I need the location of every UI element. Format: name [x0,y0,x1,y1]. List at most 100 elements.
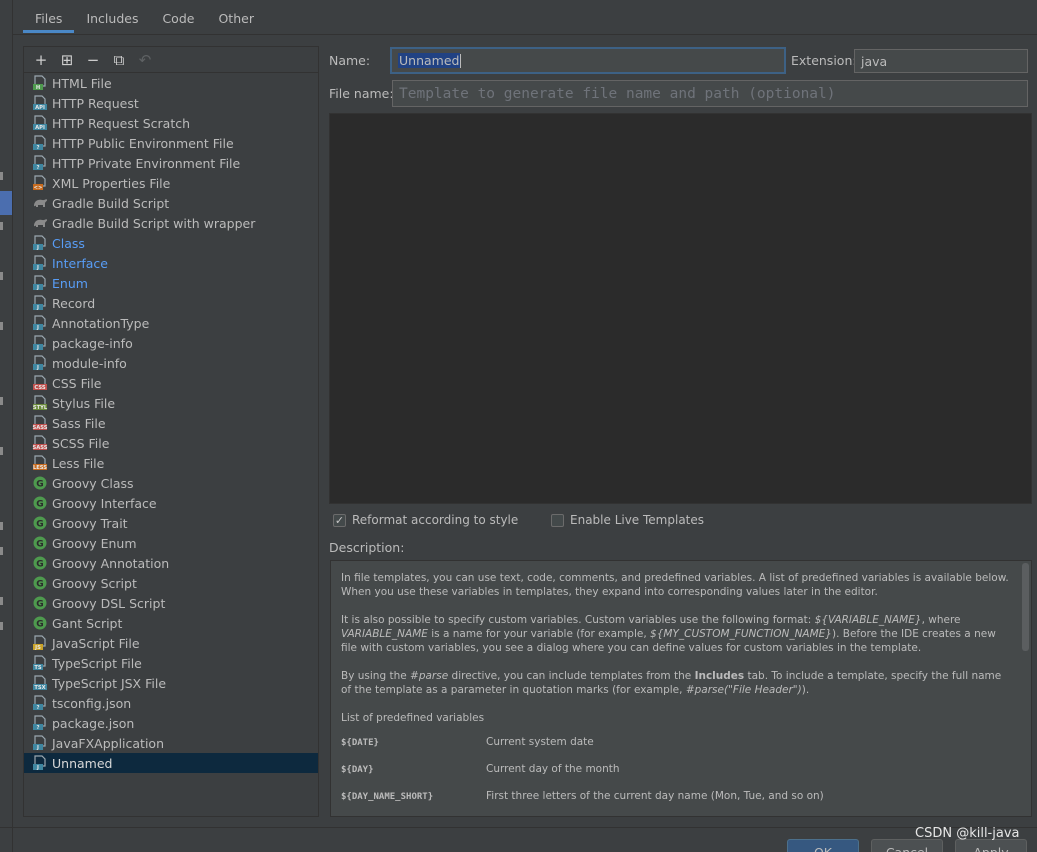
template-list-item-label: HTML File [52,75,112,91]
template-list-item-label: Gant Script [52,615,123,631]
groovy-icon: G [32,615,48,631]
template-list-item[interactable]: J Interface [24,253,318,273]
extension-value: java [861,53,888,69]
template-list-item[interactable]: STYL Stylus File [24,393,318,413]
template-list-item-label: HTTP Request Scratch [52,115,191,131]
template-list-item[interactable]: Gradle Build Script [24,193,318,213]
template-list-item[interactable]: G Groovy Interface [24,493,318,513]
description-label: Description: [329,540,405,555]
copy-template-button[interactable]: ⧉ [108,49,130,71]
live-templates-checkbox[interactable]: Enable Live Templates [551,513,704,527]
template-list-item[interactable]: Jmodule-info [24,353,318,373]
template-list-item[interactable]: LESS Less File [24,453,318,473]
svg-text:TSX: TSX [34,685,45,691]
template-list-item[interactable]: J JavaFXApplication [24,733,318,753]
template-list-item[interactable]: J Unnamed [24,753,318,773]
name-value: Unnamed [398,53,461,68]
template-list-item[interactable]: Jpackage-info [24,333,318,353]
template-list-item[interactable]: CSS CSS File [24,373,318,393]
variable-description: First three letters of the current day n… [486,790,824,802]
template-list-item[interactable]: TSX TypeScript JSX File [24,673,318,693]
add-template-button[interactable]: + [30,49,52,71]
js-file-icon: JS [32,635,48,651]
template-list-item[interactable]: J Enum [24,273,318,293]
template-list-item[interactable]: J AnnotationType [24,313,318,333]
template-list-item[interactable]: Gradle Build Script with wrapper [24,213,318,233]
template-list-item[interactable]: G Groovy Trait [24,513,318,533]
template-list-item[interactable]: API HTTP Request [24,93,318,113]
parent-window-strip [0,0,12,852]
add-child-template-button[interactable]: ⊞ [56,49,78,71]
template-list-item[interactable]: JS JavaScript File [24,633,318,653]
ts-file-icon: TS [32,655,48,671]
template-list-item[interactable]: G Groovy Enum [24,533,318,553]
template-list-item[interactable]: ? package.json [24,713,318,733]
template-list-item[interactable]: SASS SCSS File [24,433,318,453]
remove-template-button[interactable]: − [82,49,104,71]
description-text: In file templates, you can use text, cod… [341,571,1011,816]
template-code-editor[interactable] [329,113,1032,504]
template-list-item[interactable]: G Groovy Script [24,573,318,593]
http-scratch-icon: API [32,115,48,131]
svg-text:J: J [36,245,39,251]
strip-marker [0,547,3,555]
svg-text:J: J [36,325,39,331]
svg-text:CSS: CSS [34,385,45,391]
template-list-item[interactable]: J Class [24,233,318,253]
strip-marker [0,622,3,630]
description-scrollbar[interactable] [1022,563,1029,651]
svg-text:J: J [36,305,39,311]
extension-input[interactable]: java [854,49,1028,73]
java-file-icon: J [32,355,48,371]
template-list-item[interactable]: ? HTTP Public Environment File [24,133,318,153]
reset-template-button[interactable]: ↶ [134,49,156,71]
template-list-item[interactable]: J Record [24,293,318,313]
svg-text:?: ? [36,725,39,731]
svg-text:J: J [36,365,39,371]
template-list-item-label: package.json [52,715,135,731]
template-list-item[interactable]: SASS Sass File [24,413,318,433]
tab-files[interactable]: Files [23,0,75,34]
groovy-icon: G [32,555,48,571]
json-file-icon: ? [32,715,48,731]
template-list: H HTML File API HTTP Request API HTTP Request… [24,73,318,773]
svg-text:STYL: STYL [33,405,48,411]
tab-other[interactable]: Other [206,0,266,34]
template-list-item-label: CSS File [52,375,102,391]
java-file-icon: J [32,755,48,771]
svg-text:J: J [36,765,39,771]
name-input[interactable]: Unnamed [390,47,786,74]
env-file-icon: ? [32,155,48,171]
template-list-item[interactable]: G Groovy Annotation [24,553,318,573]
svg-text:SASS: SASS [33,445,48,451]
ok-button[interactable]: OK [787,839,859,852]
watermark: CSDN @kill-java [915,826,1020,841]
tab-includes[interactable]: Includes [74,0,150,34]
strip-marker [0,522,3,530]
template-list-item[interactable]: TS TypeScript File [24,653,318,673]
template-list-item-label: Groovy Interface [52,495,157,511]
variable-row: ${DAY} Current day of the month [341,762,1011,789]
reformat-checkbox[interactable]: ✓ Reformat according to style [333,513,518,527]
sass-file-icon: SASS [32,415,48,431]
variable-row: ${DAY_NAME_SHORT} First three letters of… [341,789,1011,816]
svg-text:J: J [36,285,39,291]
tsx-file-icon: TSX [32,675,48,691]
java-file-icon: J [32,295,48,311]
template-list-item-label: Stylus File [52,395,116,411]
svg-text:G: G [36,580,43,590]
template-list-item[interactable]: G Gant Script [24,613,318,633]
groovy-icon: G [32,575,48,591]
template-list-item-label: TypeScript File [52,655,142,671]
divider [12,0,13,852]
template-list-item[interactable]: G Groovy Class [24,473,318,493]
tab-code[interactable]: Code [150,0,206,34]
template-list-item[interactable]: API HTTP Request Scratch [24,113,318,133]
reformat-label: Reformat according to style [352,513,519,527]
template-list-item[interactable]: ? HTTP Private Environment File [24,153,318,173]
template-list-item[interactable]: H HTML File [24,73,318,93]
template-list-item[interactable]: ? tsconfig.json [24,693,318,713]
template-list-item[interactable]: <> XML Properties File [24,173,318,193]
template-list-item[interactable]: G Groovy DSL Script [24,593,318,613]
filename-input[interactable]: Template to generate file name and path … [392,80,1028,107]
